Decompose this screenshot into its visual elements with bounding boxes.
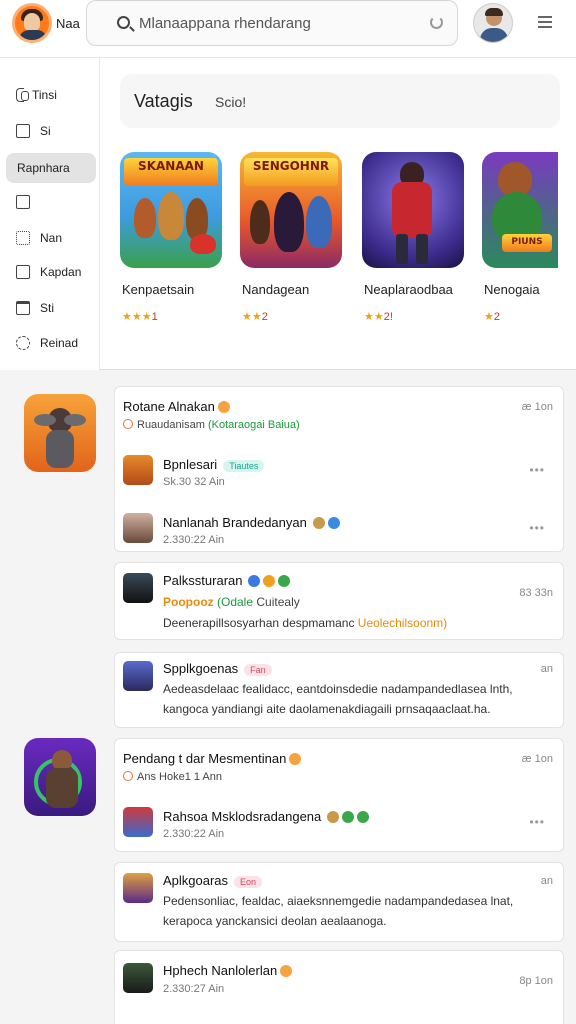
list-item[interactable]: Bpnlesari Tiautes Sk.30 32 Ain ••• bbox=[123, 453, 555, 493]
game-cover-image: PIUNS bbox=[482, 152, 558, 268]
post-card[interactable]: Palkssturaran 83 33n Poopooz (Odale Cuit… bbox=[114, 562, 564, 640]
star-rating: ★2 bbox=[484, 311, 500, 323]
featured-section: Vatagis Scio! SKANAAN Kenpaetsain ★★★1 S… bbox=[100, 58, 576, 370]
post-body: Deenerapillsosyarhan despmamanc Ueolechi… bbox=[163, 616, 448, 630]
game-side-icon[interactable] bbox=[24, 738, 96, 816]
sidebar-item-reinad[interactable]: Reinad bbox=[6, 328, 96, 358]
post-card[interactable]: Hphech Nanlolerlan 2.330:27 Ain 8p 1on bbox=[114, 950, 564, 1024]
game-thumbnail bbox=[123, 573, 153, 603]
game-cover-image: SKANAAN bbox=[120, 152, 222, 268]
game-side-icon[interactable] bbox=[24, 394, 96, 472]
game-thumbnail bbox=[123, 963, 153, 993]
post-time: æ 1on bbox=[521, 753, 553, 765]
sidebar-item-blank[interactable] bbox=[6, 187, 96, 217]
featured-header: Vatagis Scio! bbox=[120, 74, 560, 128]
featured-game-card[interactable]: SENGOHNR Nandagean ★★2 bbox=[240, 152, 344, 323]
post-body: Pedensonliac, fealdac, aiaeksnnemgedie n… bbox=[163, 894, 514, 928]
post-title: Rotane Alnakan bbox=[123, 399, 230, 414]
refresh-icon[interactable] bbox=[430, 16, 443, 29]
square-icon bbox=[16, 124, 30, 138]
sidebar-item-kapdan[interactable]: Kapdan bbox=[6, 257, 96, 287]
list-item[interactable]: Nanlanah Brandedanyan 2.330:22 Ain ••• bbox=[123, 511, 555, 551]
star-rating: ★★★1 bbox=[122, 311, 158, 323]
list-item[interactable]: Rahsoa Msklodsradangena 2.330:22 Ain ••• bbox=[123, 805, 555, 845]
calendar-icon bbox=[16, 301, 30, 315]
sidebar-item-rapnhara[interactable]: Rapnhara bbox=[6, 153, 96, 183]
featured-game-card[interactable]: SKANAAN Kenpaetsain ★★★1 bbox=[120, 152, 224, 323]
post-card[interactable]: Spplkgoenas Fan an Aedeasdelaac fealidacc… bbox=[114, 652, 564, 728]
hamburger-menu-icon[interactable] bbox=[538, 16, 552, 28]
sidebar-item-tinsi[interactable]: Tinsi bbox=[6, 80, 96, 110]
search-bar[interactable]: Mlanaappana rhendarang bbox=[86, 0, 458, 46]
post-subtitle: Ruaudanisam (Kotaraogai Baiua) bbox=[123, 419, 300, 431]
activity-feed: Rotane Alnakan æ 1on Ruaudanisam (Kotara… bbox=[0, 370, 576, 1024]
sidebar-item-si[interactable]: Si bbox=[6, 116, 96, 146]
featured-subtitle[interactable]: Scio! bbox=[215, 94, 246, 110]
star-rating: ★★2 bbox=[242, 311, 268, 323]
sidebar-item-nan[interactable]: Nan bbox=[6, 223, 96, 253]
game-cover-image: SENGOHNR bbox=[240, 152, 342, 268]
more-options-icon[interactable]: an bbox=[541, 875, 553, 887]
grid-icon bbox=[16, 231, 30, 245]
game-thumbnail bbox=[123, 661, 153, 691]
post-card[interactable]: Aplkgoaras Eon an Pedensonliac, fealdac, … bbox=[114, 862, 564, 942]
brand-name: Naa bbox=[56, 16, 80, 31]
bracket-icon bbox=[16, 88, 29, 102]
square-icon bbox=[16, 195, 30, 209]
game-thumbnail bbox=[123, 455, 153, 485]
more-options-icon[interactable]: ••• bbox=[529, 815, 545, 829]
sidebar-item-sti[interactable]: Sti bbox=[6, 293, 96, 323]
featured-game-card[interactable]: Neaplaraodbaa ★★2! bbox=[362, 152, 466, 323]
post-time: 83 33n bbox=[519, 587, 553, 599]
post-body: Aedeasdelaac fealidacc, eantdoinsdedie n… bbox=[163, 682, 513, 716]
more-options-icon[interactable]: an bbox=[541, 663, 553, 675]
featured-game-card[interactable]: PIUNS Nenogaia ★2 bbox=[482, 152, 576, 323]
post-subtitle: Ans Hoke1 1 Ann bbox=[123, 771, 222, 783]
top-bar: Naa Mlanaappana rhendarang bbox=[0, 0, 576, 58]
post-time: 8p 1on bbox=[519, 975, 553, 987]
more-options-icon[interactable]: ••• bbox=[529, 463, 545, 477]
search-input[interactable]: Mlanaappana rhendarang bbox=[139, 15, 311, 32]
star-rating: ★★2! bbox=[364, 311, 393, 323]
gear-icon bbox=[16, 336, 30, 350]
post-card[interactable]: Rotane Alnakan æ 1on Ruaudanisam (Kotara… bbox=[114, 386, 564, 552]
game-thumbnail bbox=[123, 873, 153, 903]
app-logo[interactable] bbox=[12, 3, 52, 43]
sidebar: Tinsi Si Rapnhara Nan Kapdan Sti Reinad bbox=[0, 58, 100, 370]
user-avatar[interactable] bbox=[473, 3, 513, 43]
game-thumbnail bbox=[123, 513, 153, 543]
post-card[interactable]: Pendang t dar Mesmentinan æ 1on Ans Hoke… bbox=[114, 738, 564, 852]
post-time: æ 1on bbox=[521, 401, 553, 413]
game-thumbnail bbox=[123, 807, 153, 837]
post-title: Pendang t dar Mesmentinan bbox=[123, 751, 302, 766]
game-cover-image bbox=[362, 152, 464, 268]
search-icon bbox=[117, 16, 130, 29]
square-icon bbox=[16, 265, 30, 279]
more-options-icon[interactable]: ••• bbox=[529, 521, 545, 535]
featured-title: Vatagis bbox=[134, 91, 193, 111]
